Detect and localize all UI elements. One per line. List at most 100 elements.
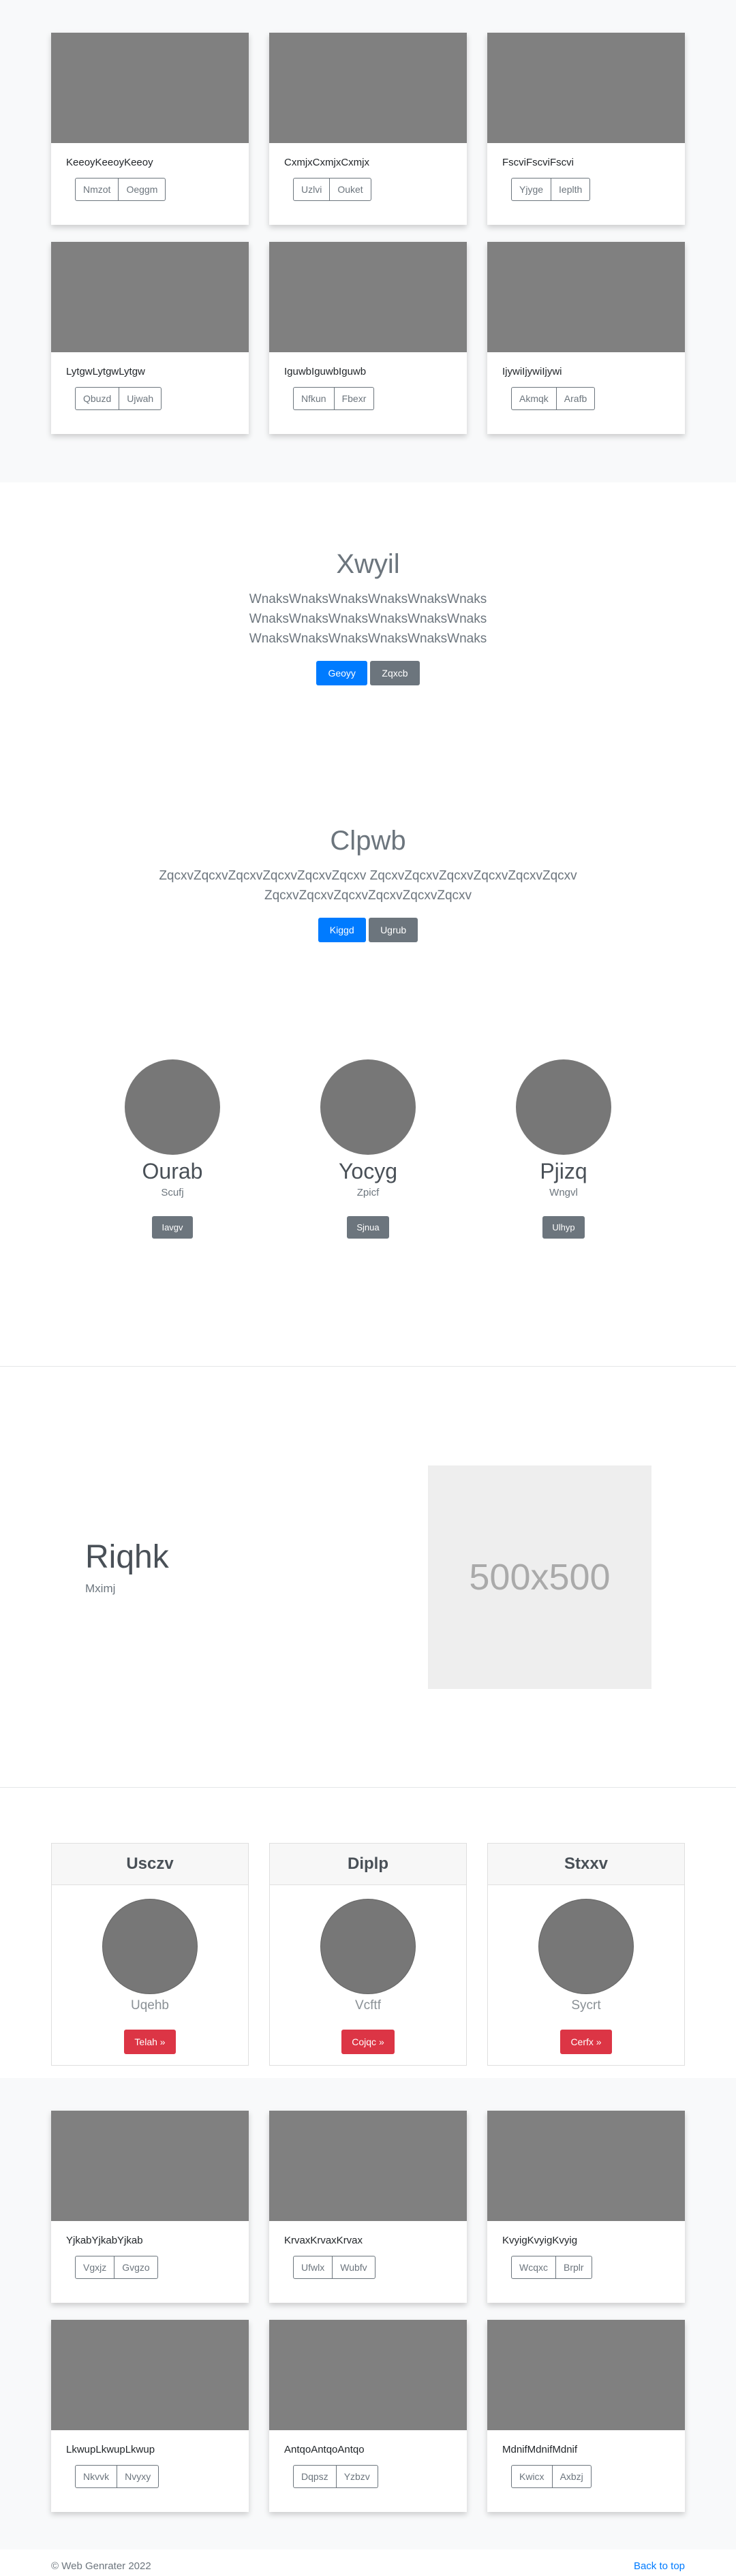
album-grid-top: KeeoyKeeoyKeeoy Nmzot Oeggm CxmjxCxmjxCxmj… (51, 33, 685, 434)
card-button[interactable]: Ieplth (551, 178, 591, 201)
person-button[interactable]: Sjnua (347, 1216, 389, 1239)
person-name: Pjizq (540, 1159, 587, 1183)
profile-card: Stxxv Sycrt Cerfx » (487, 1843, 685, 2066)
card-button[interactable]: Ujwah (119, 387, 162, 410)
card-image (269, 242, 467, 352)
card-button[interactable]: Gvgzo (114, 2256, 158, 2279)
card-image (51, 242, 249, 352)
person-card: Pjizq Wngvl Ulhyp (461, 1059, 666, 1239)
album-card: IguwbIguwbIguwb Nfkun Fbexr (269, 242, 467, 434)
feature-heading: Riqhk (85, 1539, 169, 1575)
card-image (51, 33, 249, 143)
card-button[interactable]: Yjyge (511, 178, 552, 201)
card-button[interactable]: Nvyxy (117, 2465, 159, 2488)
card-button[interactable]: Nkvvk (75, 2465, 118, 2488)
card-button[interactable]: Wubfv (333, 2256, 375, 2279)
card-image (51, 2111, 249, 2221)
card-button-group: Nmzot Oeggm (75, 178, 166, 201)
album-card: KvyigKvyigKvyig Wcqxc Brplr (487, 2111, 685, 2303)
card-header: Diplp (270, 1844, 466, 1885)
album-card: MdnifMdnifMdnif Kwicx Axbzj (487, 2320, 685, 2512)
avatar (125, 1059, 220, 1155)
section-divider (0, 1366, 736, 1367)
card-button[interactable]: Axbzj (552, 2465, 592, 2488)
feature-subheading: Mximj (85, 1582, 116, 1595)
album-card: AntqoAntqoAntqo Dqpsz Yzbzv (269, 2320, 467, 2512)
card-button-group: Vgxjz Gvgzo (75, 2256, 158, 2279)
jumbotron-actions: Geoyy Zqxcb (0, 661, 736, 685)
jumbotron-lead-line: ZqcxvZqcxvZqcxvZqcxvZqcxvZqcxv (264, 888, 472, 903)
card-button[interactable]: Nfkun (293, 387, 335, 410)
person-button[interactable]: Ulhyp (542, 1216, 585, 1239)
card-text: YjkabYjkabYjkab (66, 2235, 143, 2246)
card-image (487, 242, 685, 352)
card-text: KvyigKvyigKvyig (502, 2235, 578, 2246)
card-button[interactable]: Nmzot (75, 178, 119, 201)
album-card: LkwupLkwupLkwup Nkvvk Nvyxy (51, 2320, 249, 2512)
card-button[interactable]: Akmqk (511, 387, 557, 410)
card-button-group: Dqpsz Yzbzv (293, 2465, 378, 2488)
album-card: KeeoyKeeoyKeeoy Nmzot Oeggm (51, 33, 249, 225)
card-image (51, 2320, 249, 2430)
album-card: IjywiIjywiIjywi Akmqk Arafb (487, 242, 685, 434)
jumbotron-actions: Kiggd Ugrub (0, 918, 736, 942)
placeholder-image: 500x500 (428, 1465, 651, 1689)
card-text: AntqoAntqoAntqo (284, 2444, 365, 2455)
card-button[interactable]: Yzbzv (336, 2465, 378, 2488)
jumbotron-lead-line: WnaksWnaksWnaksWnaksWnaksWnaks (249, 612, 487, 626)
card-button[interactable]: Qbuzd (75, 387, 120, 410)
card-button[interactable]: Dqpsz (293, 2465, 337, 2488)
card-button-group: Yjyge Ieplth (511, 178, 591, 201)
card-subtitle: Uqehb (131, 1998, 169, 2013)
card-image (269, 2111, 467, 2221)
avatar (102, 1899, 198, 1994)
person-card: Yocyg Zpicf Sjnua (266, 1059, 470, 1239)
secondary-button[interactable]: Ugrub (369, 918, 418, 942)
card-button[interactable]: Brplr (556, 2256, 592, 2279)
album-card: LytgwLytgwLytgw Qbuzd Ujwah (51, 242, 249, 434)
card-button[interactable]: Kwicx (511, 2465, 553, 2488)
card-action-button[interactable]: Cerfx » (560, 2030, 612, 2054)
card-button[interactable]: Oeggm (119, 178, 166, 201)
person-subtitle: Wngvl (549, 1187, 578, 1198)
card-text: KeeoyKeeoyKeeoy (66, 157, 153, 168)
card-button[interactable]: Uzlvi (293, 178, 331, 201)
card-button[interactable]: Arafb (556, 387, 596, 410)
card-button[interactable]: Ouket (330, 178, 371, 201)
secondary-button[interactable]: Zqxcb (370, 661, 420, 685)
card-button-group: Kwicx Axbzj (511, 2465, 592, 2488)
jumbotron-title: Clpwb (330, 826, 406, 856)
avatar (320, 1059, 416, 1155)
card-button-group: Qbuzd Ujwah (75, 387, 162, 410)
back-to-top-link[interactable]: Back to top (634, 2560, 685, 2572)
card-button[interactable]: Fbexr (334, 387, 375, 410)
card-button[interactable]: Wcqxc (511, 2256, 556, 2279)
album-section-bottom: YjkabYjkabYjkab Vgxjz Gvgzo KrvaxKrvaxKrva… (0, 2078, 736, 2549)
card-button-group: Nfkun Fbexr (293, 387, 375, 410)
card-text: FscviFscviFscvi (502, 157, 574, 168)
card-button[interactable]: Vgxjz (75, 2256, 115, 2279)
card-button-group: Ufwlx Wubfv (293, 2256, 375, 2279)
card-text: CxmjxCxmjxCxmjx (284, 157, 369, 168)
card-action-button[interactable]: Cojqc » (341, 2030, 395, 2054)
copyright-text: © Web Genrater 2022 (51, 2560, 151, 2572)
card-subtitle: Sycrt (571, 1998, 601, 2013)
avatar (516, 1059, 611, 1155)
card-header: Usczv (52, 1844, 248, 1885)
card-button[interactable]: Ufwlx (293, 2256, 333, 2279)
card-image (487, 33, 685, 143)
primary-button[interactable]: Geoyy (316, 661, 367, 685)
section-divider (0, 1787, 736, 1788)
jumbotron-lead-line: WnaksWnaksWnaksWnaksWnaksWnaks (249, 632, 487, 646)
card-button-group: Nkvvk Nvyxy (75, 2465, 159, 2488)
card-text: LkwupLkwupLkwup (66, 2444, 155, 2455)
person-subtitle: Zpicf (356, 1187, 380, 1198)
person-button[interactable]: Iavgv (152, 1216, 193, 1239)
card-button-group: Uzlvi Ouket (293, 178, 371, 201)
card-subtitle: Vcftf (354, 1998, 381, 2013)
person-card: Ourab Scufj Iavgv (70, 1059, 275, 1239)
card-action-button[interactable]: Telah » (124, 2030, 176, 2054)
card-text: KrvaxKrvaxKrvax (284, 2235, 363, 2246)
primary-button[interactable]: Kiggd (318, 918, 366, 942)
card-button-group: Akmqk Arafb (511, 387, 596, 410)
